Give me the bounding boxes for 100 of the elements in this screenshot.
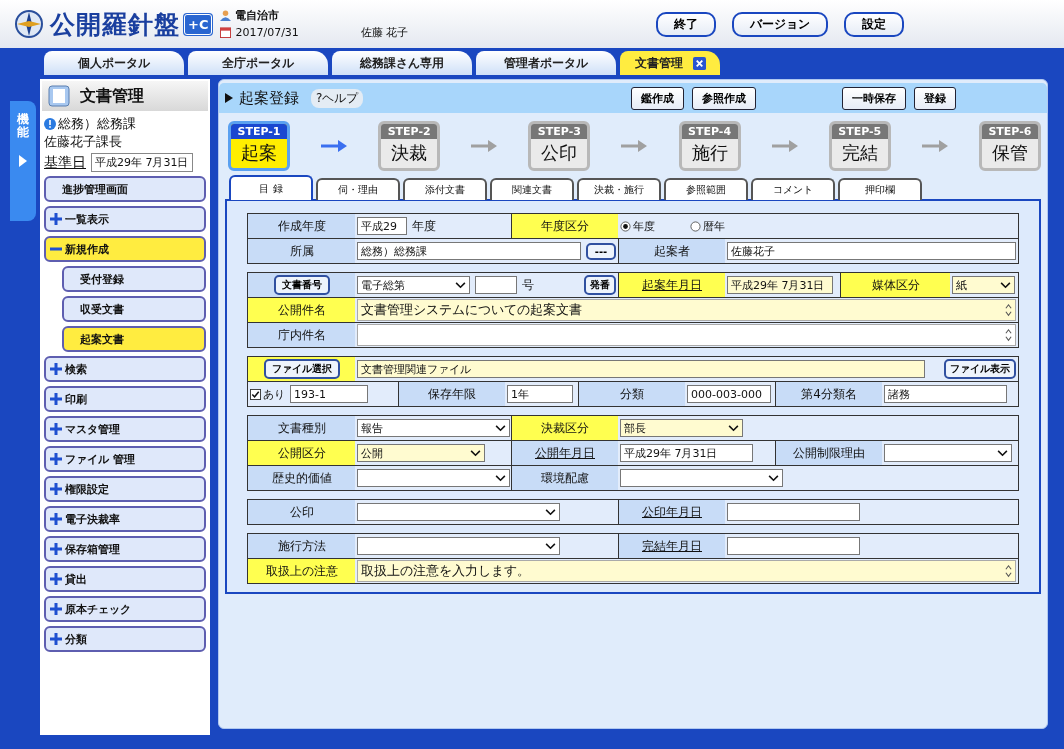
field-label: 起案者 (654, 242, 690, 260)
portal-tab[interactable]: 管理者ポータル (476, 51, 616, 75)
field-label: 文書種別 (277, 419, 326, 437)
chevron-down-icon (470, 449, 481, 457)
field-label: 完結年月日 (642, 537, 702, 555)
form-button[interactable]: ファイル選択 (263, 359, 340, 379)
tab-label: 全庁ポータル (222, 54, 294, 72)
input-field[interactable]: 平成29年 7月31日 (727, 276, 833, 294)
input-field[interactable]: 諸務 (884, 385, 1007, 403)
text-area[interactable]: 文書管理システムについての起案文書 (357, 299, 1016, 321)
menu-item[interactable]: 分類 (44, 626, 206, 652)
menu-item[interactable]: 貸出 (44, 566, 206, 592)
input-field[interactable]: 総務）総務課 (357, 242, 581, 260)
tab-label: 管理者ポータル (504, 54, 588, 72)
menu-item[interactable]: ファイル 管理 (44, 446, 206, 472)
form-button[interactable]: 発番 (584, 275, 616, 295)
input-field[interactable] (475, 276, 517, 294)
step-indicator[interactable]: STEP-1 起案 (228, 121, 290, 171)
menu-item[interactable]: 進捗管理画面 (44, 176, 206, 202)
form-tab[interactable]: 参照範囲 (664, 178, 748, 200)
step-number: STEP-4 (681, 124, 738, 139)
menu-item[interactable]: 検索 (44, 356, 206, 382)
menu-item[interactable]: マスタ管理 (44, 416, 206, 442)
info-icon (44, 118, 56, 130)
arrow-icon (321, 140, 348, 152)
submenu-item[interactable]: 受付登録 (62, 266, 206, 292)
radio-button[interactable] (620, 220, 631, 232)
form-tab[interactable]: 目 録 (229, 175, 313, 200)
step-indicator[interactable]: STEP-2 決裁 (378, 121, 441, 171)
input-field[interactable] (727, 537, 860, 555)
form-tab[interactable]: 添付文書 (403, 178, 487, 200)
step-number: STEP-2 (381, 124, 438, 139)
help-link[interactable]: ?ヘルプ (311, 88, 364, 108)
portal-tab[interactable]: 全庁ポータル (188, 51, 328, 75)
portal-tab[interactable]: 文書管理 (620, 51, 720, 75)
step-indicator[interactable]: STEP-3 公印 (528, 121, 591, 171)
dropdown[interactable] (357, 469, 510, 487)
step-indicator[interactable]: STEP-5 完結 (828, 121, 891, 171)
form-button[interactable]: --- (586, 242, 616, 260)
toolbar-button[interactable]: 登録 (914, 86, 957, 110)
menu-item[interactable]: 印刷 (44, 386, 206, 412)
chevron-down-icon (545, 542, 556, 550)
input-field[interactable] (727, 503, 860, 521)
header-button[interactable]: バージョン (732, 11, 829, 37)
input-field[interactable]: 193-1 (290, 385, 368, 403)
close-icon[interactable] (692, 56, 706, 70)
form-tab[interactable]: 関連文書 (490, 178, 574, 200)
person-text: 佐藤花子課長 (44, 133, 122, 151)
form-tab[interactable]: 決裁・施行 (577, 178, 661, 200)
field-label: 施行方法 (277, 537, 326, 555)
app-logo-text: 公開羅針盤 (50, 8, 180, 41)
submenu-item[interactable]: 起案文書 (62, 326, 206, 352)
input-field[interactable]: 平成29年 7月31日 (620, 444, 753, 462)
radio-button[interactable] (690, 220, 701, 232)
dropdown[interactable] (357, 503, 560, 521)
step-indicator[interactable]: STEP-6 保管 (978, 121, 1041, 171)
input-field[interactable]: 文書管理関連ファイル (357, 360, 925, 378)
form-tab[interactable]: 伺・理由 (316, 178, 400, 200)
text-area[interactable] (357, 324, 1016, 346)
step-name: 施行 (691, 141, 728, 165)
dropdown[interactable]: 紙 (952, 276, 1015, 294)
side-tab-label: 機能 (17, 113, 29, 140)
header-button[interactable]: 終了 (656, 11, 717, 37)
toolbar-button[interactable]: 鑑作成 (631, 86, 685, 110)
input-field[interactable]: 平成29 (357, 217, 407, 235)
dropdown[interactable]: 部長 (620, 419, 743, 437)
arrow-icon (921, 140, 948, 152)
toolbar-button[interactable]: 参照作成 (692, 86, 757, 110)
submenu-item[interactable]: 収受文書 (62, 296, 206, 322)
toolbar-button[interactable]: 一時保存 (842, 86, 907, 110)
unit-text: 号 (522, 276, 534, 294)
dropdown[interactable]: 公開 (357, 444, 485, 462)
menu-item[interactable]: 一覧表示 (44, 206, 206, 232)
step-number: STEP-1 (231, 124, 287, 139)
dropdown[interactable] (357, 537, 560, 555)
form-button[interactable]: ファイル表示 (944, 359, 1016, 379)
form-tab[interactable]: 押印欄 (838, 178, 922, 200)
menu-item[interactable]: 原本チェック (44, 596, 206, 622)
menu-item[interactable]: 新規作成 (44, 236, 206, 262)
form-tab[interactable]: コメント (751, 178, 835, 200)
dropdown[interactable]: 電子総第 (357, 276, 470, 294)
input-field[interactable]: 000-003-000 (687, 385, 771, 403)
menu-item[interactable]: 電子決裁率 (44, 506, 206, 532)
form-button[interactable]: 文書番号 (273, 275, 330, 295)
dropdown[interactable] (620, 469, 783, 487)
dropdown[interactable] (884, 444, 1012, 462)
portal-tab[interactable]: 個人ポータル (44, 51, 184, 75)
menu-item[interactable]: 権限設定 (44, 476, 206, 502)
text-area[interactable]: 取扱上の注意を入力します。 (357, 560, 1016, 582)
dropdown[interactable]: 報告 (357, 419, 510, 437)
step-indicator[interactable]: STEP-4 施行 (678, 121, 741, 171)
base-date-field[interactable]: 平成29年 7月31日 (91, 153, 193, 172)
input-field[interactable]: 佐藤花子 (727, 242, 1016, 260)
portal-tab[interactable]: 総務課さん専用 (332, 51, 472, 75)
checkbox[interactable] (250, 388, 261, 400)
header-button[interactable]: 設定 (844, 11, 905, 37)
input-field[interactable]: 1年 (507, 385, 573, 403)
menu-item[interactable]: 保存箱管理 (44, 536, 206, 562)
tab-label: 文書管理 (634, 54, 683, 72)
spinner-icon (1005, 328, 1012, 342)
